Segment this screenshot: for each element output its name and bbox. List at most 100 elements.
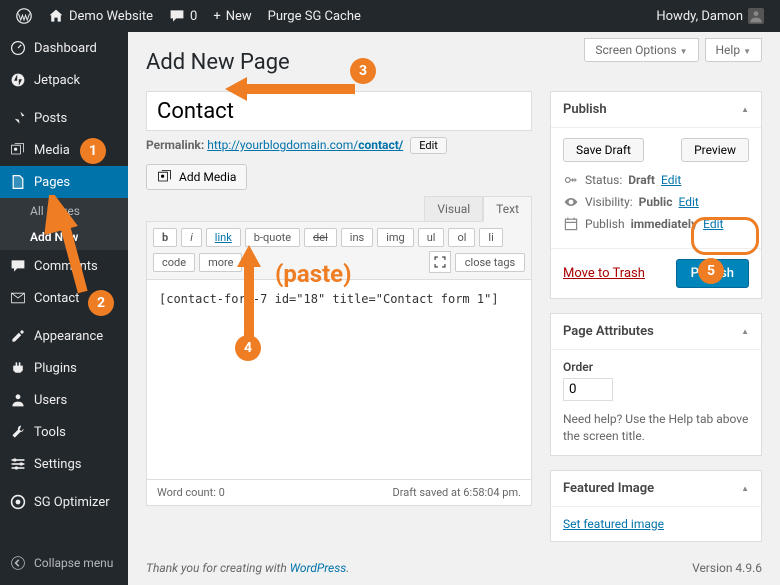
tbtn-li[interactable]: li	[479, 228, 502, 247]
tbtn-code[interactable]: code	[153, 253, 195, 272]
editor-statusbar: Word count: 0 Draft saved at 6:58:04 pm.	[146, 480, 532, 506]
permalink-link[interactable]: http://yourblogdomain.com/contact/	[207, 138, 403, 152]
callout-4: 4	[235, 335, 261, 361]
tbtn-i[interactable]: i	[181, 228, 202, 247]
tbtn-ins[interactable]: ins	[341, 228, 373, 247]
attributes-help: Need help? Use the Help tab above the sc…	[563, 411, 749, 445]
tbtn-b[interactable]: b	[153, 228, 177, 247]
set-featured-image[interactable]: Set featured image	[563, 517, 664, 531]
tbtn-del[interactable]: del	[304, 228, 337, 247]
permalink: Permalink: http://yourblogdomain.com/con…	[146, 137, 532, 154]
preview-button[interactable]: Preview	[681, 138, 749, 162]
collapse-icon	[10, 555, 26, 571]
autosave-status: Draft saved at 6:58:04 pm.	[393, 486, 521, 499]
media-icon	[157, 169, 173, 185]
menu-sg-optimizer[interactable]: SG Optimizer	[0, 486, 128, 518]
plus-icon: +	[213, 9, 220, 24]
featured-image-box: Featured Image▲ Set featured image	[550, 470, 762, 542]
users-icon	[10, 392, 26, 408]
arrow-4-to-editor	[235, 245, 265, 340]
menu-tools[interactable]: Tools	[0, 416, 128, 448]
appearance-icon	[10, 328, 26, 344]
calendar-icon	[563, 216, 579, 232]
visibility-row: Visibility: Public Edit	[563, 194, 749, 210]
callout-2: 2	[88, 290, 114, 316]
editor-textarea[interactable]: [contact-form-7 id="18" title="Contact f…	[147, 279, 531, 479]
dashboard-icon	[10, 40, 26, 56]
fullscreen-icon	[433, 255, 447, 269]
chevron-up-icon: ▲	[741, 105, 749, 114]
status-edit[interactable]: Edit	[661, 173, 681, 187]
new-link[interactable]: +New	[205, 0, 259, 32]
permalink-edit-button[interactable]: Edit	[410, 137, 447, 154]
menu-dashboard[interactable]: Dashboard	[0, 32, 128, 64]
menu-pages[interactable]: Pages	[0, 166, 128, 198]
chevron-up-icon: ▲	[741, 327, 749, 336]
fullscreen-button[interactable]	[429, 251, 451, 273]
screen-options-button[interactable]: Screen Options ▼	[584, 38, 698, 62]
chevron-down-icon: ▼	[680, 47, 688, 56]
tab-text[interactable]: Text	[483, 196, 532, 222]
publish-ring	[691, 217, 759, 255]
pin-icon	[10, 110, 26, 126]
footer: Thank you for creating with WordPress. V…	[128, 551, 780, 585]
media-icon	[10, 142, 26, 158]
jetpack-icon	[10, 72, 26, 88]
tools-icon	[10, 424, 26, 440]
chevron-down-icon: ▼	[743, 47, 751, 56]
arrow-2-to-addnew	[30, 195, 90, 295]
comments-link[interactable]: 0	[161, 0, 205, 32]
purge-cache[interactable]: Purge SG Cache	[260, 0, 369, 32]
callout-1: 1	[80, 138, 106, 164]
settings-icon	[10, 456, 26, 472]
comments-icon	[10, 258, 26, 274]
pages-icon	[10, 174, 26, 190]
page-attributes-header[interactable]: Page Attributes▲	[551, 314, 761, 350]
version: Version 4.9.6	[692, 561, 762, 575]
main-content: Screen Options ▼ Help ▼ Add New Page Per…	[128, 32, 780, 585]
publish-box: Publish▲ Save Draft Preview Status: Draf…	[550, 91, 762, 299]
menu-plugins[interactable]: Plugins	[0, 352, 128, 384]
order-label: Order	[563, 360, 749, 374]
howdy[interactable]: Howdy, Damon	[648, 0, 772, 32]
publish-box-header[interactable]: Publish▲	[551, 92, 761, 128]
page-attributes-box: Page Attributes▲ Order Need help? Use th…	[550, 313, 762, 456]
callout-3: 3	[350, 58, 376, 84]
site-link[interactable]: Demo Website	[40, 0, 161, 32]
help-button[interactable]: Help ▼	[705, 38, 763, 62]
word-count: Word count: 0	[157, 486, 225, 499]
add-media-button[interactable]: Add Media	[146, 164, 247, 190]
menu-users[interactable]: Users	[0, 384, 128, 416]
visibility-edit[interactable]: Edit	[678, 195, 698, 209]
menu-media[interactable]: Media	[0, 134, 128, 166]
tbtn-closetags[interactable]: close tags	[455, 253, 525, 272]
site-name: Demo Website	[69, 9, 153, 24]
save-draft-button[interactable]: Save Draft	[563, 138, 644, 162]
wordpress-link[interactable]: WordPress	[290, 561, 347, 575]
wp-logo[interactable]	[8, 0, 40, 32]
plugins-icon	[10, 360, 26, 376]
sg-icon	[10, 494, 26, 510]
eye-icon	[563, 194, 579, 210]
paste-label: (paste)	[275, 260, 352, 288]
move-to-trash[interactable]: Move to Trash	[563, 266, 645, 281]
tbtn-img[interactable]: img	[377, 228, 414, 247]
admin-bar: Demo Website 0 +New Purge SG Cache Howdy…	[0, 0, 780, 32]
collapse-menu[interactable]: Collapse menu	[0, 547, 128, 579]
menu-settings[interactable]: Settings	[0, 448, 128, 480]
featured-image-header[interactable]: Featured Image▲	[551, 471, 761, 507]
tab-visual[interactable]: Visual	[424, 196, 483, 222]
tbtn-ul[interactable]: ul	[418, 228, 445, 247]
menu-appearance[interactable]: Appearance	[0, 320, 128, 352]
status-row: Status: Draft Edit	[563, 172, 749, 188]
menu-jetpack[interactable]: Jetpack	[0, 64, 128, 96]
key-icon	[563, 172, 579, 188]
order-input[interactable]	[563, 378, 613, 401]
avatar-icon	[748, 8, 764, 24]
tbtn-ol[interactable]: ol	[448, 228, 475, 247]
arrow-3-to-title	[225, 75, 355, 105]
callout-5: 5	[698, 258, 724, 284]
chevron-up-icon: ▲	[741, 484, 749, 493]
contact-icon	[10, 290, 26, 306]
menu-posts[interactable]: Posts	[0, 102, 128, 134]
